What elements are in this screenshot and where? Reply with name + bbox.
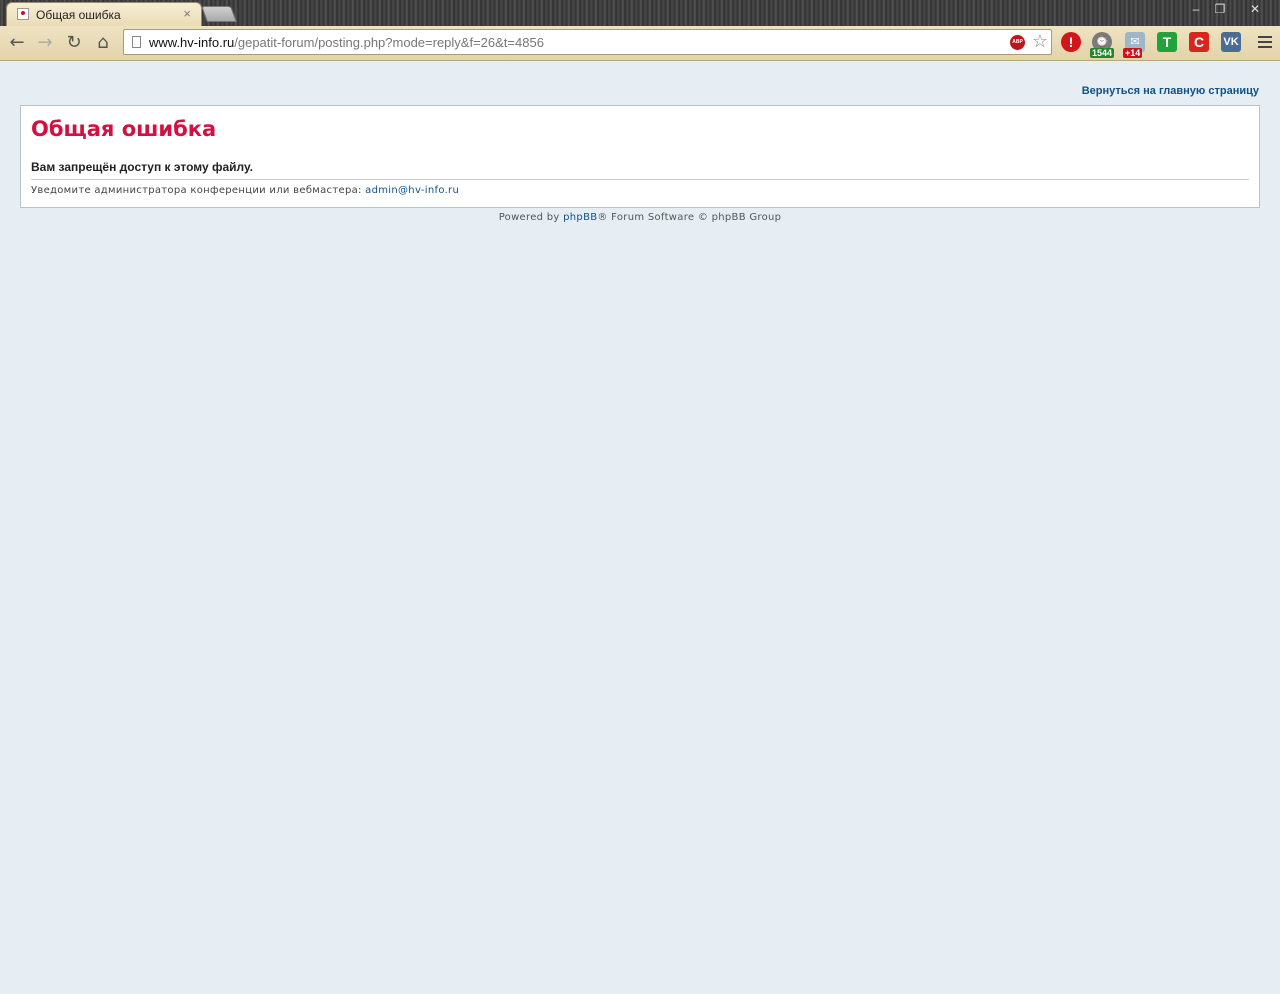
alert-extension-icon[interactable]: ! [1061,32,1081,52]
phpbb-link[interactable]: phpBB [563,212,597,223]
home-icon[interactable]: ⌂ [92,32,114,54]
chrome-menu-icon[interactable] [1258,34,1272,50]
t-extension-icon[interactable]: T [1157,32,1177,52]
error-panel: Общая ошибка Вам запрещён доступ к этому… [20,105,1260,208]
url-path: /gepatit-forum/posting.php?mode=reply&f=… [234,35,544,50]
admin-email-link[interactable]: admin@hv-info.ru [365,185,459,196]
bookmark-star-icon[interactable]: ☆ [1032,31,1048,52]
mail-extension-badge: +14 [1123,48,1143,58]
forward-arrow-icon[interactable]: → [34,32,56,54]
url-host: www.hv-info.ru [149,35,235,50]
window-close-icon[interactable]: ✕ [1243,0,1267,18]
mail-extension-glyph: ✉ [1130,36,1140,48]
browser-tab[interactable]: Общая ошибка × [6,2,202,26]
counter-extension-icon[interactable]: ⌚ 1544 [1090,32,1115,58]
admin-notice-text: Уведомите администратора конференции или… [31,185,362,196]
divider [31,179,1249,180]
footer-prefix: Powered by [498,212,560,223]
reload-icon[interactable]: ↻ [63,32,85,54]
c-extension-icon[interactable]: C [1189,32,1209,52]
adblock-icon[interactable]: ABP [1010,35,1025,50]
browser-titlebar: Общая ошибка × – ❐ ✕ [0,0,1280,26]
tab-close-icon[interactable]: × [183,6,191,21]
footer-suffix: ® Forum Software © phpBB Group [597,212,782,223]
browser-toolbar: ← → ↻ ⌂ www.hv-info.ru/gepatit-forum/pos… [0,26,1280,61]
minimize-icon[interactable]: – [1184,0,1208,18]
tab-title: Общая ошибка [36,8,121,22]
favicon-icon [17,8,29,20]
address-url[interactable]: www.hv-info.ru/gepatit-forum/posting.php… [149,35,544,50]
admin-notice: Уведомите администратора конференции или… [31,185,459,196]
counter-extension-badge: 1544 [1090,48,1115,58]
page-body: Вернуться на главную страницу Общая ошиб… [0,61,1280,994]
mail-extension-icon[interactable]: ✉ +14 [1123,32,1145,58]
new-tab-button[interactable] [201,6,237,22]
error-title: Общая ошибка [31,117,217,141]
page-icon [132,36,141,48]
counter-extension-glyph: ⌚ [1095,36,1109,48]
vk-extension-icon[interactable]: VK [1221,32,1241,52]
restore-icon[interactable]: ❐ [1208,0,1232,18]
footer: Powered by phpBB® Forum Software © phpBB… [0,212,1280,223]
address-bar[interactable]: www.hv-info.ru/gepatit-forum/posting.php… [123,29,1052,55]
back-to-index-link[interactable]: Вернуться на главную страницу [1082,85,1259,97]
back-arrow-icon[interactable]: ← [6,32,28,54]
error-message: Вам запрещён доступ к этому файлу. [31,160,253,174]
